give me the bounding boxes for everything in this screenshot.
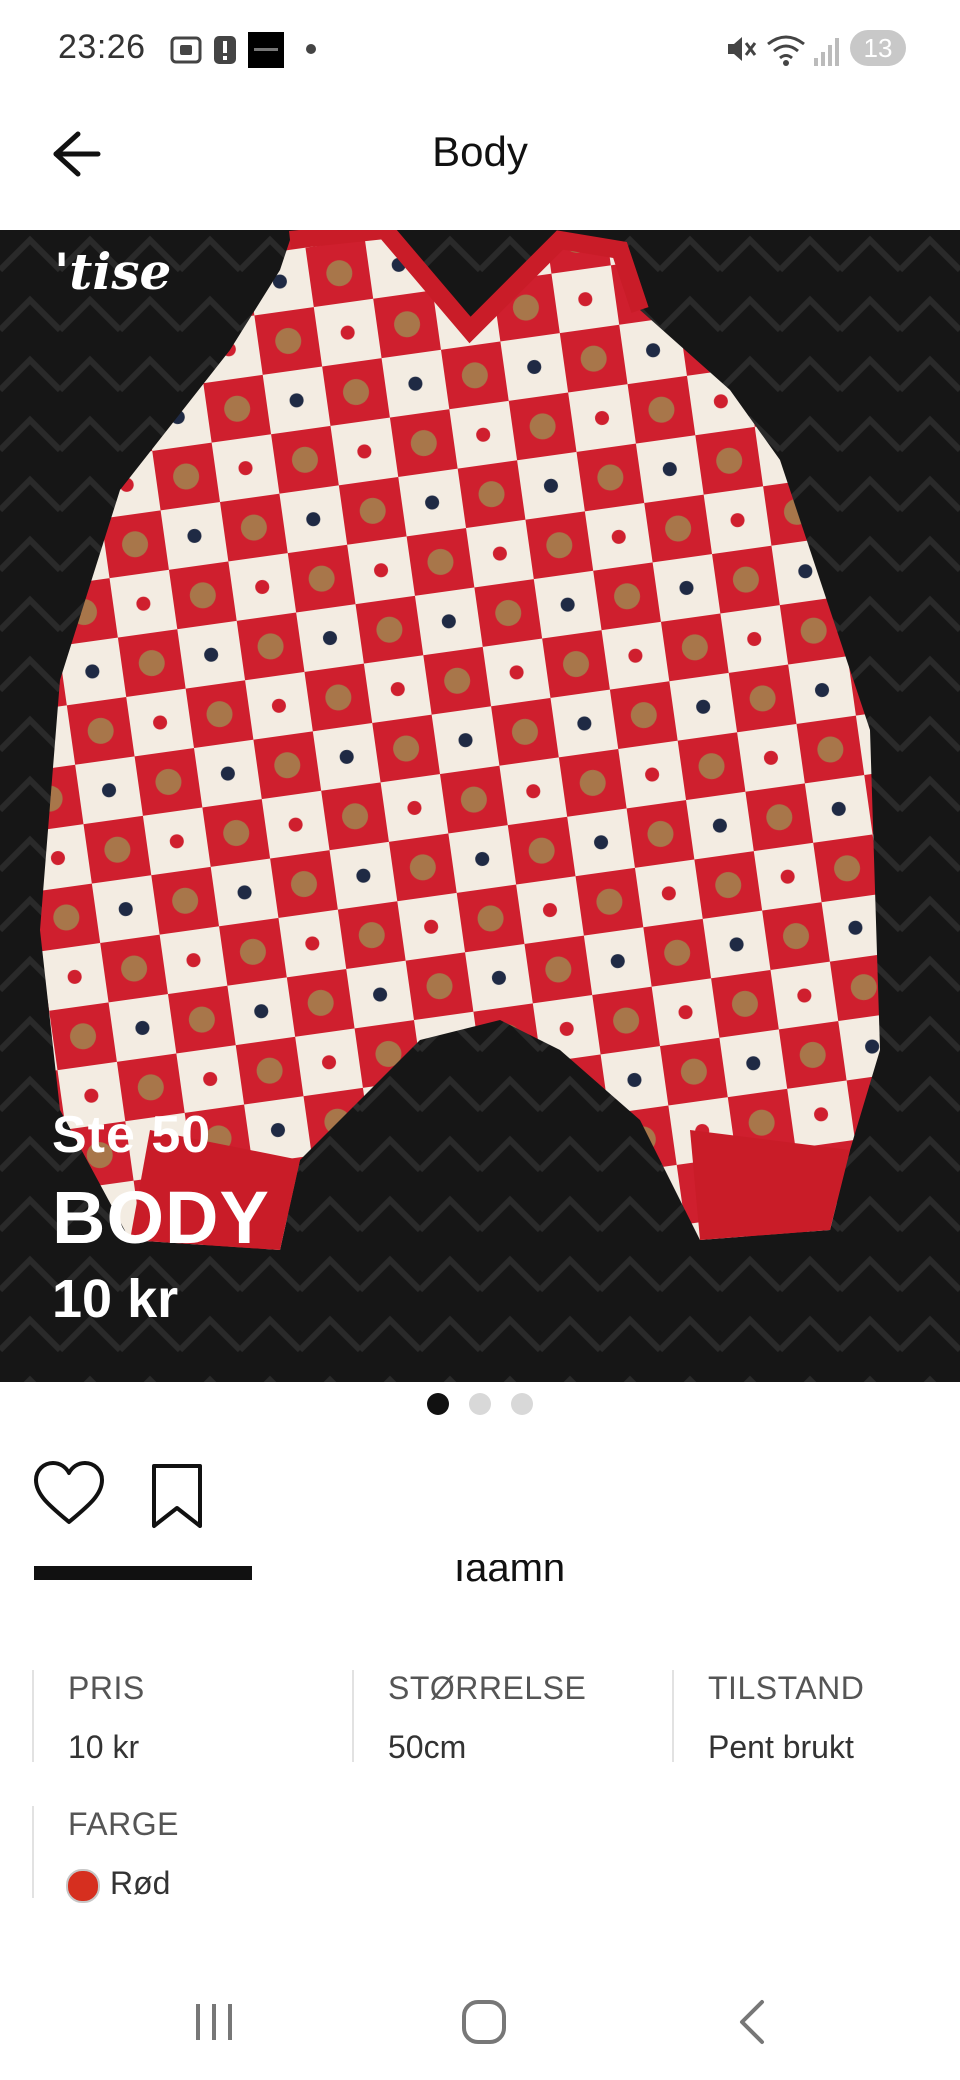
app-thumbnail-icon	[248, 32, 284, 68]
photo-overlay-name: BODY	[52, 1176, 270, 1259]
listing-actions	[0, 1460, 960, 1540]
system-nav-bar	[0, 1960, 960, 2080]
status-time: 23:26	[58, 28, 146, 66]
color-label: FARGE	[68, 1806, 179, 1842]
heart-icon[interactable]	[32, 1460, 106, 1530]
dot-icon	[306, 44, 316, 54]
detail-size: STØRRELSE 50cm	[352, 1670, 668, 1765]
detail-price: PRIS 10 kr	[32, 1670, 348, 1765]
price-value: 10 kr	[68, 1729, 140, 1765]
redacted-username-bar	[34, 1566, 252, 1580]
photo-pagination	[0, 1393, 960, 1417]
bookmark-icon[interactable]	[146, 1460, 208, 1532]
wifi-icon	[767, 35, 805, 66]
color-swatch	[66, 1868, 100, 1903]
back-chevron-icon[interactable]	[712, 1992, 792, 2052]
condition-label: TILSTAND	[708, 1670, 865, 1706]
page-dot-1[interactable]	[426, 1393, 449, 1415]
size-value: 50cm	[388, 1729, 467, 1765]
size-label: STØRRELSE	[388, 1670, 587, 1706]
color-value: Rød	[110, 1865, 171, 1901]
mute-icon	[728, 37, 757, 61]
brand-watermark: 'tise	[54, 242, 172, 301]
photo-overlay-price: 10 kr	[52, 1269, 179, 1329]
page-title: Body	[432, 128, 528, 175]
scroll-fade	[0, 1582, 960, 1604]
price-label: PRIS	[68, 1670, 145, 1706]
page-dot-2[interactable]	[469, 1393, 491, 1415]
status-bar: 23:26 13	[0, 0, 960, 100]
recent-apps-icon[interactable]	[174, 1992, 254, 2052]
home-icon[interactable]	[444, 1992, 524, 2052]
detail-condition: TILSTAND Pent brukt	[672, 1670, 960, 1765]
detail-color: FARGE Rød	[32, 1806, 348, 1903]
alert-icon	[214, 36, 236, 64]
notification-count-badge: 13	[850, 30, 906, 66]
app-bar: Body	[0, 100, 960, 230]
color-value-row: Rød	[66, 1865, 348, 1903]
signal-icon	[814, 38, 839, 66]
condition-value: Pent brukt	[708, 1729, 854, 1765]
page-dot-3[interactable]	[511, 1393, 534, 1415]
screenshot-icon	[170, 36, 202, 64]
listing-photo[interactable]: 'tise Ste 50 BODY 10 kr	[0, 230, 960, 1382]
photo-overlay-size: Ste 50	[52, 1106, 212, 1164]
